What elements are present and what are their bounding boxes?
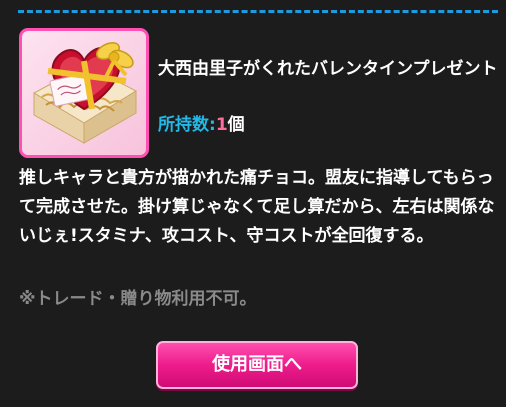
owned-count-row: 所持数:1個	[158, 113, 245, 137]
item-description: 推しキャラと貴方が描かれた痛チョコ。盟友に指導してもらって完成させた。掛け算じゃ…	[19, 168, 495, 246]
valentine-gift-box-icon	[32, 42, 138, 144]
owned-unit: 個	[227, 115, 245, 135]
trade-restriction-note: ※トレード・贈り物利用不可。	[19, 289, 257, 309]
item-detail-panel: 大西由里子がくれたバレンタインプレゼント 所持数:1個 推しキャラと貴方が描かれ…	[0, 0, 506, 407]
item-name: 大西由里子がくれたバレンタインプレゼント	[158, 59, 498, 79]
item-image	[19, 28, 149, 158]
owned-label: 所持数:	[158, 115, 216, 135]
dashed-divider	[18, 10, 498, 13]
owned-count: 1	[215, 115, 228, 135]
use-screen-button[interactable]: 使用画面へ	[156, 341, 358, 389]
